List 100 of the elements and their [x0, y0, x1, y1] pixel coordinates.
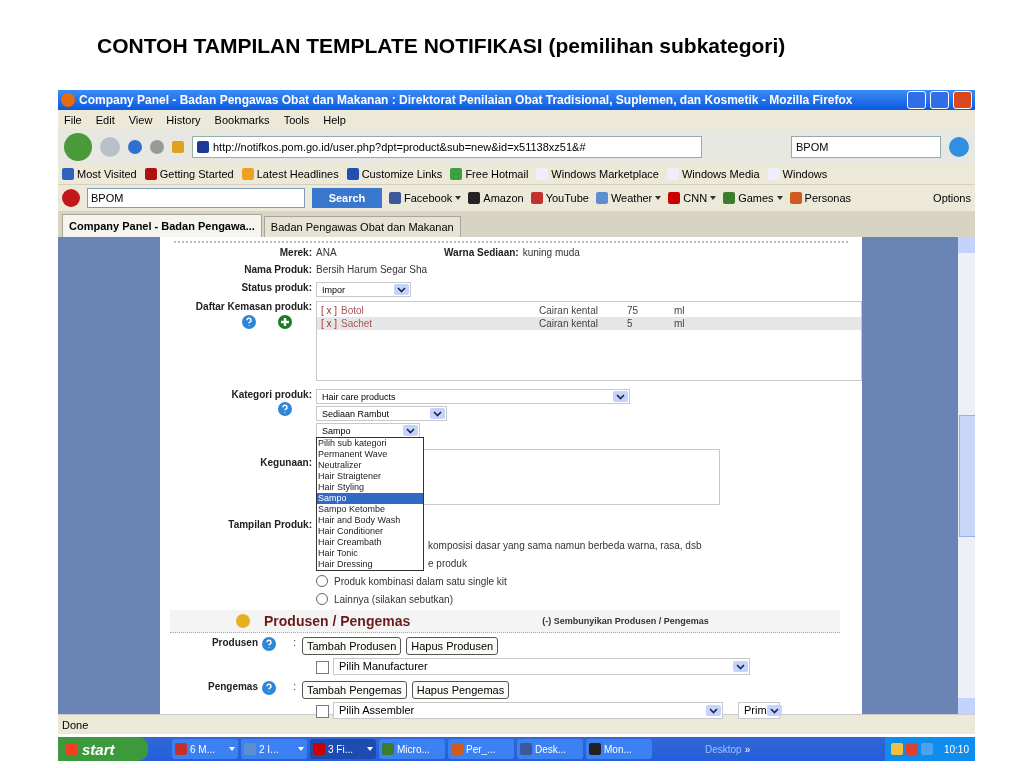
toolbar-link[interactable]: Weather: [595, 192, 662, 204]
taskbar-button[interactable]: Micro...: [379, 739, 445, 759]
toolbar-link[interactable]: Personas: [789, 192, 852, 204]
clock: 10:10: [943, 743, 969, 755]
caret-icon: [430, 408, 445, 419]
field-label: Nama Produk:: [243, 264, 313, 275]
slide-title: CONTOH TAMPILAN TEMPLATE NOTIFIKASI (pemilihan subkategori): [97, 34, 786, 59]
action-button[interactable]: Tambah Pengemas: [302, 681, 407, 699]
menu-item[interactable]: View: [128, 114, 153, 126]
taskbar-button[interactable]: 6 M...: [172, 739, 238, 759]
party-select[interactable]: Pilih Manufacturer: [333, 657, 750, 675]
menu-item[interactable]: Help: [323, 114, 346, 126]
toolbar-link[interactable]: Games: [723, 192, 783, 204]
packaging-row[interactable]: [ x ] Botol Cairan kental 75 ml: [317, 304, 861, 317]
search-button[interactable]: Search: [312, 188, 382, 208]
status-select[interactable]: Impor: [316, 282, 411, 297]
help-icon[interactable]: [242, 315, 256, 329]
caret-icon: [403, 425, 418, 436]
caret-icon: [613, 391, 628, 402]
radio-label: e produk: [428, 557, 467, 569]
caret-icon: [706, 704, 721, 716]
field-label: Daftar Kemasan produk:: [194, 301, 313, 312]
browser-tab[interactable]: Badan Pengawas Obat dan Makanan: [263, 216, 461, 237]
remove-link[interactable]: [ x ]: [321, 305, 341, 316]
radio-label: Produk kombinasi dalam satu single kit: [334, 575, 507, 587]
bookmark-link[interactable]: Windows Media: [666, 168, 760, 180]
caret-icon[interactable]: [776, 196, 783, 200]
bookmark-link[interactable]: Windows Marketplace: [536, 168, 659, 180]
caret-icon[interactable]: [710, 196, 717, 200]
bookmark-link[interactable]: Free Hotmail: [450, 168, 529, 180]
field-label: Tampilan Produk:: [227, 519, 313, 530]
radio-button[interactable]: [316, 593, 328, 605]
party-select[interactable]: Pilih Assembler: [333, 701, 723, 719]
tray-icon[interactable]: [890, 743, 903, 755]
field-value: Bersih Harum Segar Sha: [316, 264, 428, 275]
field-label: Status produk:: [240, 282, 313, 293]
browser-tab[interactable]: Company Panel - Badan Pengawa...: [62, 214, 262, 237]
remove-link[interactable]: [ x ]: [321, 318, 341, 329]
taskbar-button[interactable]: Desk...: [517, 739, 583, 759]
radio-label: komposisi dasar yang sama namun berbeda warna, rasa, dsb: [428, 539, 702, 551]
category-select[interactable]: Hair care products: [316, 389, 630, 404]
checkbox[interactable]: [316, 704, 329, 718]
caret-icon: [394, 284, 409, 295]
taskbar-button[interactable]: Per_...: [448, 739, 514, 759]
field-label: Produsen: [210, 637, 258, 648]
action-button[interactable]: Tambah Produsen: [302, 637, 402, 655]
caret-icon[interactable]: [455, 196, 462, 200]
bookmark-link[interactable]: Most Visited: [62, 168, 137, 180]
field-value: kuning muda: [522, 247, 580, 258]
toolbar-link[interactable]: Amazon: [468, 192, 524, 204]
toolbar-link[interactable]: Facebook: [389, 192, 462, 204]
type-select[interactable]: Prim: [738, 701, 780, 719]
close-button[interactable]: [953, 91, 972, 109]
checkbox[interactable]: [316, 660, 329, 674]
caret-icon: [733, 660, 748, 672]
search-field[interactable]: BPOM: [791, 136, 941, 158]
separator: :: [292, 637, 296, 648]
options-button[interactable]: Options: [933, 192, 971, 204]
taskbar-button[interactable]: 3 Fi...: [310, 739, 376, 759]
hide-section-link[interactable]: (-) Sembunyikan Produsen / Pengemas: [542, 616, 709, 626]
dropdown-option[interactable]: Sampo: [317, 493, 423, 504]
field-label: Pengemas: [206, 681, 258, 692]
menu-item[interactable]: File: [64, 114, 82, 126]
menu-item[interactable]: History: [166, 114, 201, 126]
minimize-button[interactable]: [907, 91, 926, 109]
field-value: ANA: [316, 247, 338, 258]
start-button[interactable]: start: [58, 737, 148, 761]
bookmark-link[interactable]: Getting Started: [144, 168, 234, 180]
packaging-row[interactable]: [ x ] Sachet Cairan kental 5 ml: [317, 317, 861, 330]
window-title: Company Panel - Badan Pengawas Obat dan Makanan : Direktorat Penilaian Obat Tradisional, Suplemen, dan Kosmetik - Mozilla Firefox: [79, 93, 854, 107]
menu-item[interactable]: Edit: [95, 114, 115, 126]
radio-button[interactable]: [316, 575, 328, 587]
address-field[interactable]: http://notifkos.pom.go.id/user.php?dpt=product&sub=new&id=x51138xz51&#: [192, 136, 702, 158]
back-button[interactable]: [64, 133, 92, 161]
more-button[interactable]: »: [744, 743, 751, 755]
menu-item[interactable]: Tools: [283, 114, 310, 126]
section-title: Produsen / Pengemas: [264, 613, 411, 629]
menu-item[interactable]: Bookmarks: [214, 114, 270, 126]
action-button[interactable]: Hapus Pengemas: [411, 681, 510, 699]
bookmark-link[interactable]: Windows: [767, 168, 828, 180]
maximize-button[interactable]: [930, 91, 949, 109]
help-icon[interactable]: [262, 637, 276, 651]
caret-icon[interactable]: [367, 747, 373, 751]
bookmark-link[interactable]: Customize Links: [346, 168, 443, 180]
packaging-list[interactable]: [ x ] Botol Cairan kental 75 ml [ x ] Sachet Cairan kental 5 ml: [316, 301, 862, 381]
scrollbar[interactable]: [958, 237, 975, 714]
help-icon[interactable]: [262, 681, 276, 695]
taskbar-button[interactable]: 2 I...: [241, 739, 307, 759]
help-icon[interactable]: [278, 402, 292, 416]
bookmark-link[interactable]: Latest Headlines: [241, 168, 339, 180]
separator: :: [292, 681, 296, 692]
caret-icon[interactable]: [655, 196, 662, 200]
search-field[interactable]: BPOM: [87, 188, 305, 208]
taskbar-button[interactable]: Mon...: [586, 739, 652, 759]
radio-label: Lainnya (silakan sebutkan): [334, 593, 453, 605]
toolbar-link[interactable]: CNN: [668, 192, 717, 204]
category-select[interactable]: Sediaan Rambut: [316, 406, 447, 421]
action-button[interactable]: Hapus Produsen: [406, 637, 499, 655]
toolbar-link[interactable]: YouTube: [530, 192, 589, 204]
add-icon[interactable]: [278, 315, 292, 329]
